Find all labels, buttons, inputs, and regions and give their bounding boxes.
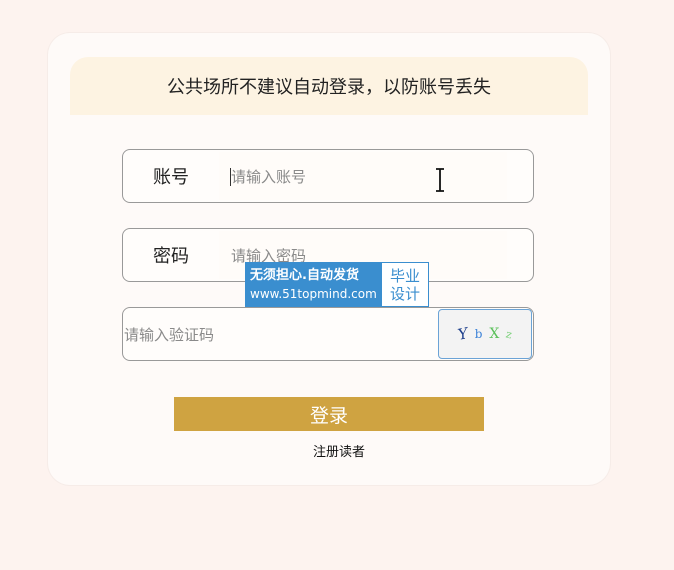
ibeam-cursor-icon — [436, 168, 444, 192]
login-card: 公共场所不建议自动登录，以防账号丢失 账号 请输入账号 密码 请输入密码 请输入… — [48, 33, 610, 485]
auto-login-notice: 公共场所不建议自动登录，以防账号丢失 — [70, 57, 588, 115]
captcha-placeholder: 请输入验证码 — [124, 325, 215, 344]
watermark-badge1: 毕业 — [389, 266, 420, 285]
captcha-char: X — [489, 326, 500, 342]
register-reader-link[interactable]: 注册读者 — [48, 441, 630, 460]
notice-text: 公共场所不建议自动登录，以防账号丢失 — [167, 77, 491, 98]
login-page: 公共场所不建议自动登录，以防账号丢失 账号 请输入账号 密码 请输入密码 请输入… — [0, 0, 674, 570]
watermark-line1: 无须担心.自动发货 — [250, 267, 359, 283]
text-caret — [230, 168, 231, 186]
captcha-char: Y — [456, 324, 470, 344]
watermark-badge2: 设计 — [389, 284, 420, 303]
watermark-text: 无须担心.自动发货 www.51topmind.com — [246, 263, 382, 306]
password-label: 密码 — [153, 246, 189, 267]
login-button[interactable]: 登录 — [174, 397, 484, 431]
captcha-field[interactable]: 请输入验证码 Y b X z — [122, 307, 534, 361]
watermark-line2: www.51topmind.com — [250, 286, 377, 301]
captcha-char: z — [504, 326, 514, 342]
captcha-char: b — [474, 327, 483, 341]
account-input[interactable]: 请输入账号 — [219, 152, 507, 200]
watermark-tag: 毕业 设计 — [382, 263, 428, 306]
account-placeholder: 请输入账号 — [231, 167, 307, 186]
account-label: 账号 — [153, 167, 189, 188]
watermark-badge: 无须担心.自动发货 www.51topmind.com 毕业 设计 — [245, 262, 429, 307]
captcha-image[interactable]: Y b X z — [438, 309, 532, 359]
account-field: 账号 请输入账号 — [122, 149, 534, 203]
